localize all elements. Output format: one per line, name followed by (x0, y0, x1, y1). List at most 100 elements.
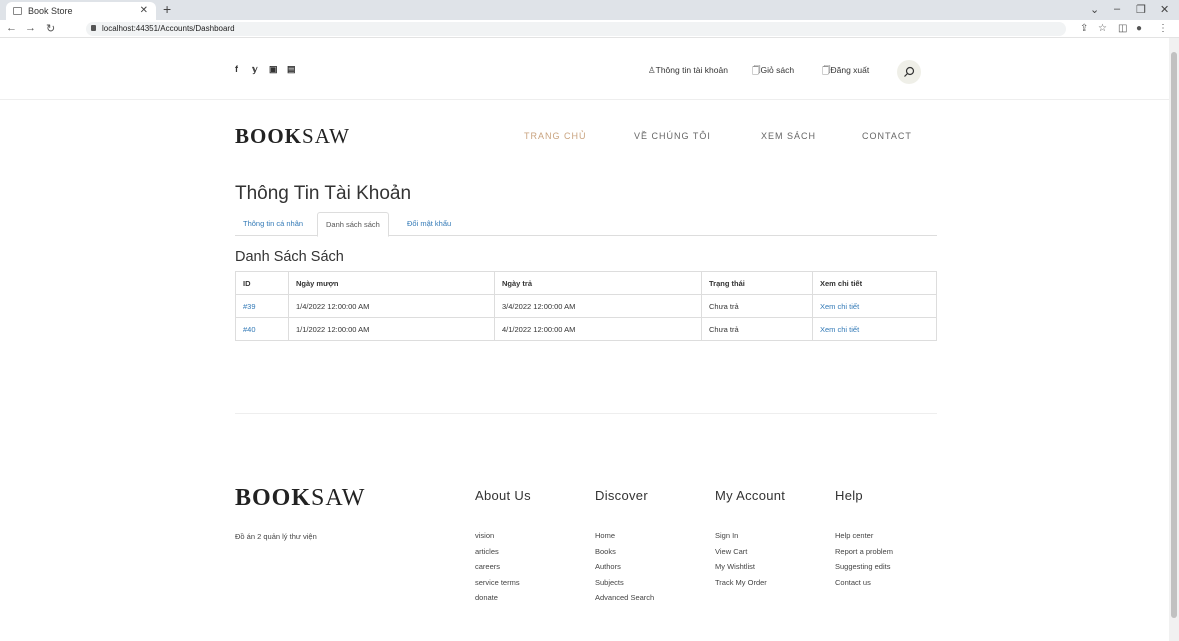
back-icon[interactable]: ← (6, 22, 17, 34)
bookmark-star-icon[interactable]: ☆ (1098, 23, 1107, 34)
row-status: Chưa trả (701, 294, 813, 318)
new-tab-button[interactable]: + (163, 1, 171, 17)
footer-link[interactable]: donate (475, 590, 520, 606)
nav-about[interactable]: VỀ CHÚNG TÔI (634, 131, 711, 141)
footer-link[interactable]: Advanced Search (595, 590, 654, 606)
footer-about-list: vision articles careers service terms do… (475, 528, 520, 606)
nav-home[interactable]: TRANG CHỦ (524, 131, 587, 141)
tab-search-icon[interactable]: ⌄ (1090, 3, 1099, 16)
close-tab-icon[interactable]: ✕ (140, 5, 148, 16)
footer-link[interactable]: articles (475, 544, 520, 560)
footer-heading-account: My Account (715, 488, 786, 503)
row-detail-link[interactable]: Xem chi tiết (812, 317, 937, 341)
account-link-label: Thông tin tài khoản (655, 65, 728, 75)
footer-logo-bold: BOOK (235, 485, 312, 511)
footer-link[interactable]: Books (595, 544, 654, 560)
table-row: #40 1/1/2022 12:00:00 AM 4/1/2022 12:00:… (235, 317, 937, 341)
footer-logo[interactable]: BOOKSAW (235, 485, 365, 512)
footer-link[interactable]: Track My Order (715, 575, 767, 591)
footer-link[interactable]: Suggesting edits (835, 559, 893, 575)
row-id-link[interactable]: #39 (235, 294, 289, 318)
url-field[interactable]: localhost:44351/Accounts/Dashboard (86, 22, 1066, 36)
bag-icon: 🗍 (822, 65, 831, 75)
row-return-date: 4/1/2022 12:00:00 AM (494, 317, 702, 341)
footer-divider (235, 413, 937, 414)
site-logo[interactable]: BOOKSAW (235, 124, 350, 149)
browser-tab[interactable]: Book Store ✕ (6, 2, 156, 20)
top-bar: f 𝕪 ▣ ▤ ♙Thông tin tài khoản 🗍Giỏ sách 🗍… (0, 38, 1169, 100)
row-borrowed-date: 1/1/2022 12:00:00 AM (288, 317, 495, 341)
row-id-link[interactable]: #40 (235, 317, 289, 341)
footer-link[interactable]: service terms (475, 575, 520, 591)
footer-link[interactable]: My Wishtlist (715, 559, 767, 575)
cart-link-label: Giỏ sách (760, 65, 795, 75)
footer-link[interactable]: Report a problem (835, 544, 893, 560)
account-link[interactable]: ♙Thông tin tài khoản (648, 65, 728, 76)
row-borrowed-date: 1/4/2022 12:00:00 AM (288, 294, 495, 318)
footer-link[interactable]: Authors (595, 559, 654, 575)
footer-help-list: Help center Report a problem Suggesting … (835, 528, 893, 590)
browser-tab-title: Book Store (28, 6, 73, 16)
tab-change-password[interactable]: Đổi mật khẩu (399, 212, 459, 236)
twitter-icon[interactable]: 𝕪 (252, 64, 258, 75)
linkedin-icon[interactable]: ▤ (287, 64, 296, 75)
footer-description: Đồ án 2 quản lý thư viện (235, 532, 317, 541)
page-title: Thông Tin Tài Khoản (235, 183, 412, 204)
column-header-status: Trạng thái (701, 271, 813, 295)
logo-light: SAW (302, 124, 350, 148)
youtube-icon[interactable]: ▣ (269, 64, 278, 75)
footer-link[interactable]: Subjects (595, 575, 654, 591)
close-window-button[interactable]: ✕ (1160, 3, 1169, 16)
maximize-button[interactable]: ❐ (1136, 3, 1146, 16)
minimize-button[interactable]: – (1114, 3, 1120, 15)
table-header-row: ID Ngày mượn Ngày trả Trạng thái Xem chi… (235, 271, 937, 295)
footer-link[interactable]: Contact us (835, 575, 893, 591)
footer-discover-list: Home Books Authors Subjects Advanced Sea… (595, 528, 654, 606)
lock-icon (91, 25, 96, 31)
sidepanel-icon[interactable]: ◫ (1118, 23, 1127, 34)
reload-icon[interactable]: ↻ (46, 22, 55, 35)
scrollbar[interactable] (1169, 38, 1179, 641)
footer-heading-discover: Discover (595, 488, 648, 503)
column-header-id: ID (235, 271, 289, 295)
nav-books[interactable]: XEM SÁCH (761, 131, 816, 141)
page-icon (13, 7, 22, 15)
footer-link[interactable]: Sign In (715, 528, 767, 544)
user-icon: ♙ (648, 65, 656, 75)
logout-link-label: Đăng xuất (830, 65, 870, 75)
scroll-thumb[interactable] (1171, 52, 1177, 618)
row-return-date: 3/4/2022 12:00:00 AM (494, 294, 702, 318)
row-detail-link[interactable]: Xem chi tiết (812, 294, 937, 318)
search-icon (904, 66, 915, 77)
account-tabs: Thông tin cá nhân Danh sách sách Đổi mật… (235, 212, 937, 237)
share-icon[interactable]: ⇪ (1080, 23, 1088, 34)
footer-heading-help: Help (835, 488, 863, 503)
logout-link[interactable]: 🗍Đăng xuất (822, 65, 869, 79)
nav-contact[interactable]: CONTACT (862, 131, 912, 141)
footer-link[interactable]: View Cart (715, 544, 767, 560)
logo-bold: BOOK (235, 124, 303, 148)
tab-book-list[interactable]: Danh sách sách (317, 212, 389, 237)
search-button[interactable] (897, 60, 921, 84)
footer-logo-light: SAW (311, 485, 366, 511)
footer-link[interactable]: vision (475, 528, 520, 544)
borrowed-books-table: ID Ngày mượn Ngày trả Trạng thái Xem chi… (235, 271, 937, 341)
footer-link[interactable]: Help center (835, 528, 893, 544)
forward-icon[interactable]: → (25, 22, 36, 34)
tab-personal-info[interactable]: Thông tin cá nhân (235, 212, 311, 236)
footer-link[interactable]: careers (475, 559, 520, 575)
column-header-borrowed: Ngày mượn (288, 271, 495, 295)
facebook-icon[interactable]: f (235, 64, 238, 74)
profile-icon[interactable]: ● (1136, 23, 1142, 34)
bag-icon: 🗍 (752, 65, 761, 75)
footer-heading-about: About Us (475, 488, 531, 503)
footer-link[interactable]: Home (595, 528, 654, 544)
table-row: #39 1/4/2022 12:00:00 AM 3/4/2022 12:00:… (235, 294, 937, 318)
browser-tabbar: Book Store ✕ + ⌄ – ❐ ✕ (0, 0, 1179, 20)
cart-link[interactable]: 🗍Giỏ sách (752, 65, 794, 79)
footer-account-list: Sign In View Cart My Wishtlist Track My … (715, 528, 767, 590)
menu-icon[interactable]: ⋮ (1158, 23, 1168, 34)
address-bar: ← → ↻ localhost:44351/Accounts/Dashboard… (0, 20, 1179, 38)
section-title: Danh Sách Sách (235, 249, 344, 265)
column-header-detail: Xem chi tiết (812, 271, 937, 295)
